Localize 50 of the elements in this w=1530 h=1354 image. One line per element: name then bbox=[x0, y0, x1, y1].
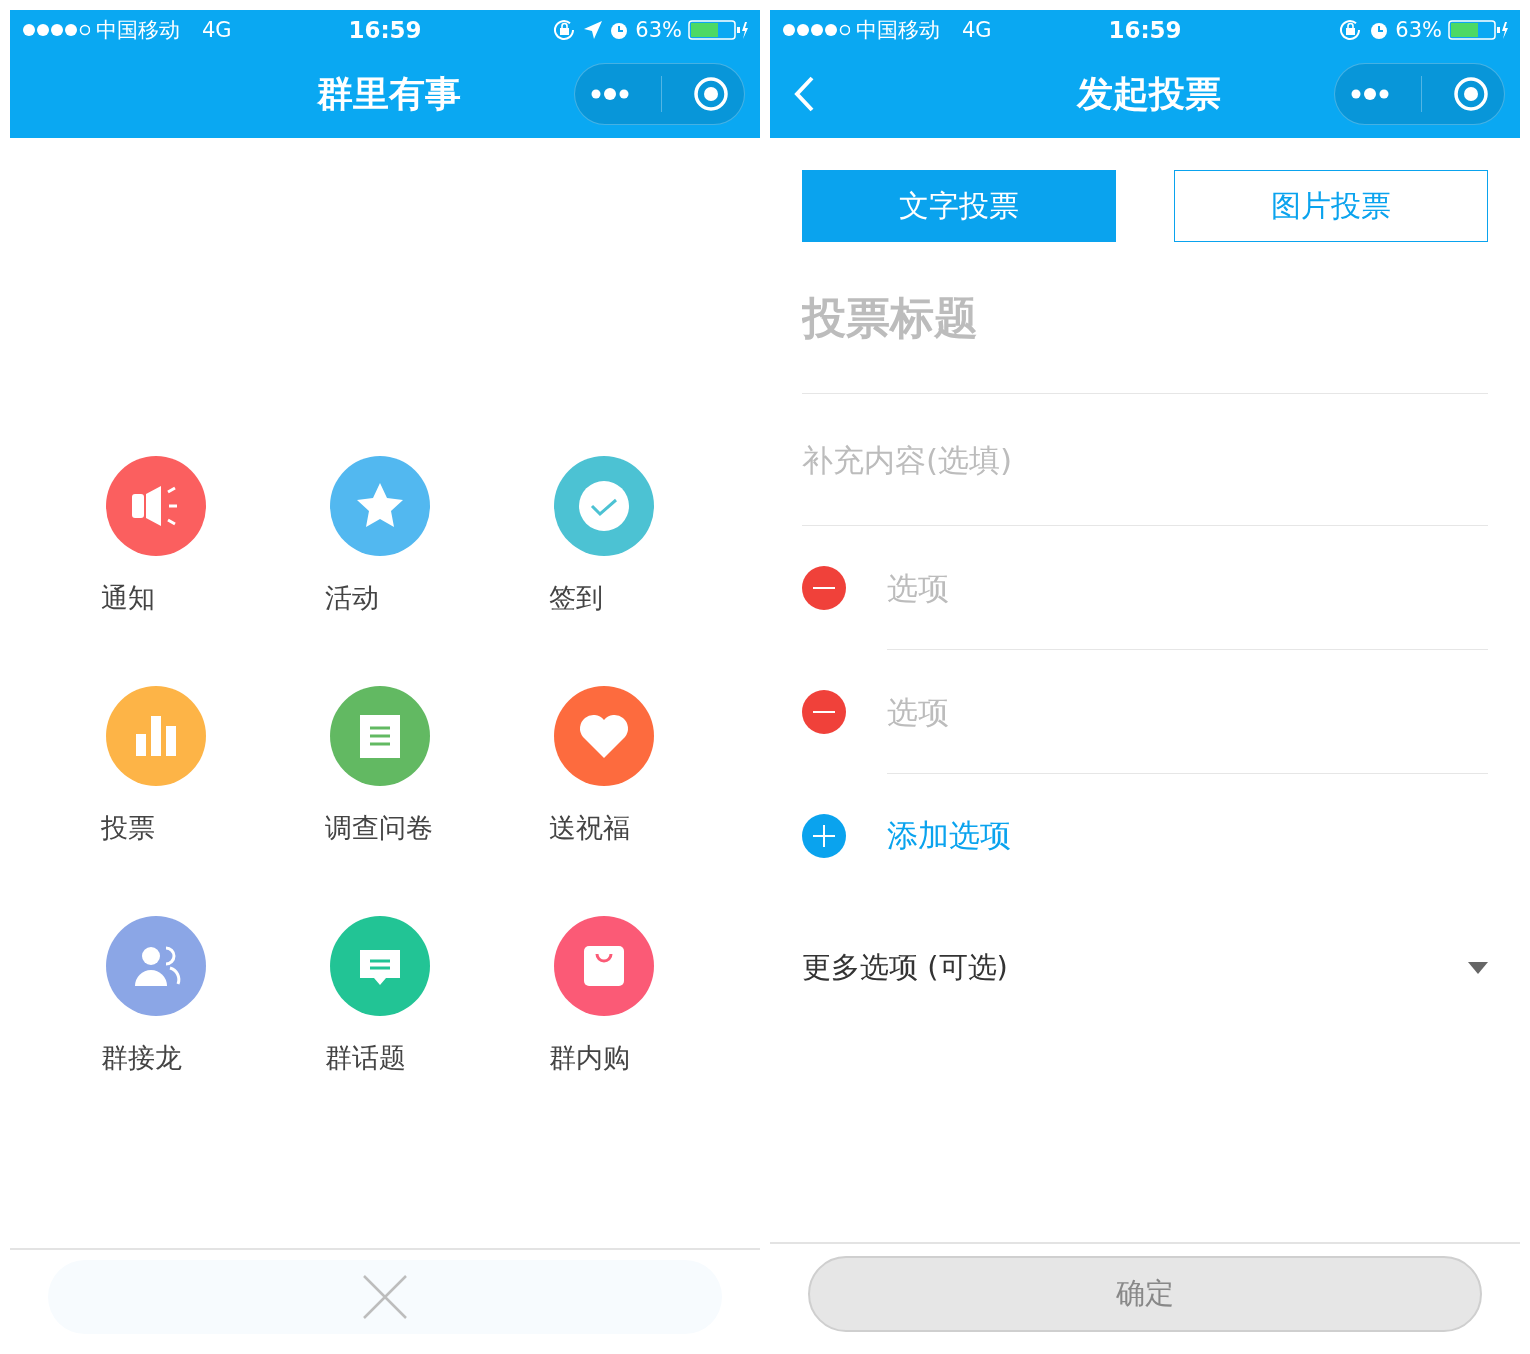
option-field[interactable]: 选项 bbox=[887, 526, 1488, 650]
feature-label: 通知 bbox=[101, 581, 155, 615]
document-icon[interactable] bbox=[330, 686, 430, 786]
feature-label: 活动 bbox=[325, 581, 379, 615]
location-arrow-icon bbox=[583, 20, 604, 40]
close-icon[interactable] bbox=[362, 1274, 408, 1320]
signal-icon bbox=[22, 23, 90, 37]
signal-icon bbox=[782, 23, 850, 37]
megaphone-icon[interactable] bbox=[106, 456, 206, 556]
more-options-label[interactable]: 更多选项 (可选) bbox=[802, 948, 1008, 988]
alarm-icon bbox=[609, 20, 630, 40]
feature-label: 投票 bbox=[101, 811, 155, 845]
remove-icon[interactable] bbox=[802, 566, 846, 610]
chat-bubble-icon[interactable] bbox=[330, 916, 430, 1016]
check-icon[interactable] bbox=[554, 456, 654, 556]
feature-label: 群话题 bbox=[325, 1041, 406, 1075]
page-title: 发起投票 bbox=[1076, 71, 1221, 116]
vote-type-tab[interactable]: 图片投票 bbox=[1174, 170, 1488, 242]
shopping-bag-icon[interactable] bbox=[554, 916, 654, 1016]
add-option-link[interactable]: 添加选项 bbox=[887, 815, 1011, 857]
bar-chart-icon[interactable] bbox=[106, 686, 206, 786]
clock-text: 16:59 bbox=[1108, 17, 1182, 43]
close-target-icon[interactable] bbox=[1452, 76, 1489, 112]
add-icon[interactable] bbox=[802, 814, 846, 858]
close-target-icon[interactable] bbox=[692, 76, 729, 112]
carrier-text: 中国移动 bbox=[856, 17, 940, 44]
description-field[interactable]: 补充内容(选填) bbox=[802, 394, 1488, 526]
battery-percent: 63% bbox=[635, 18, 682, 42]
feature-label: 调查问卷 bbox=[325, 811, 433, 845]
feature-label: 群接龙 bbox=[101, 1041, 182, 1075]
feature-label: 群内购 bbox=[549, 1041, 630, 1075]
page-title: 群里有事 bbox=[316, 71, 461, 116]
network-text: 4G bbox=[202, 18, 232, 42]
back-button[interactable] bbox=[792, 75, 816, 113]
network-text: 4G bbox=[962, 18, 992, 42]
battery-icon bbox=[1448, 20, 1508, 40]
feature-label: 送祝福 bbox=[549, 811, 630, 845]
alarm-icon bbox=[1369, 20, 1390, 40]
caret-icon[interactable] bbox=[1468, 962, 1488, 974]
more-icon[interactable] bbox=[1350, 87, 1391, 101]
battery-percent: 63% bbox=[1395, 18, 1442, 42]
option-field[interactable]: 选项 bbox=[887, 650, 1488, 774]
feature-label: 签到 bbox=[549, 581, 603, 615]
remove-icon[interactable] bbox=[802, 690, 846, 734]
more-icon[interactable] bbox=[590, 87, 631, 101]
people-icon[interactable] bbox=[106, 916, 206, 1016]
clock-text: 16:59 bbox=[348, 17, 422, 43]
carrier-text: 中国移动 bbox=[96, 17, 180, 44]
battery-icon bbox=[688, 20, 748, 40]
vote-type-tab[interactable]: 文字投票 bbox=[802, 170, 1116, 242]
